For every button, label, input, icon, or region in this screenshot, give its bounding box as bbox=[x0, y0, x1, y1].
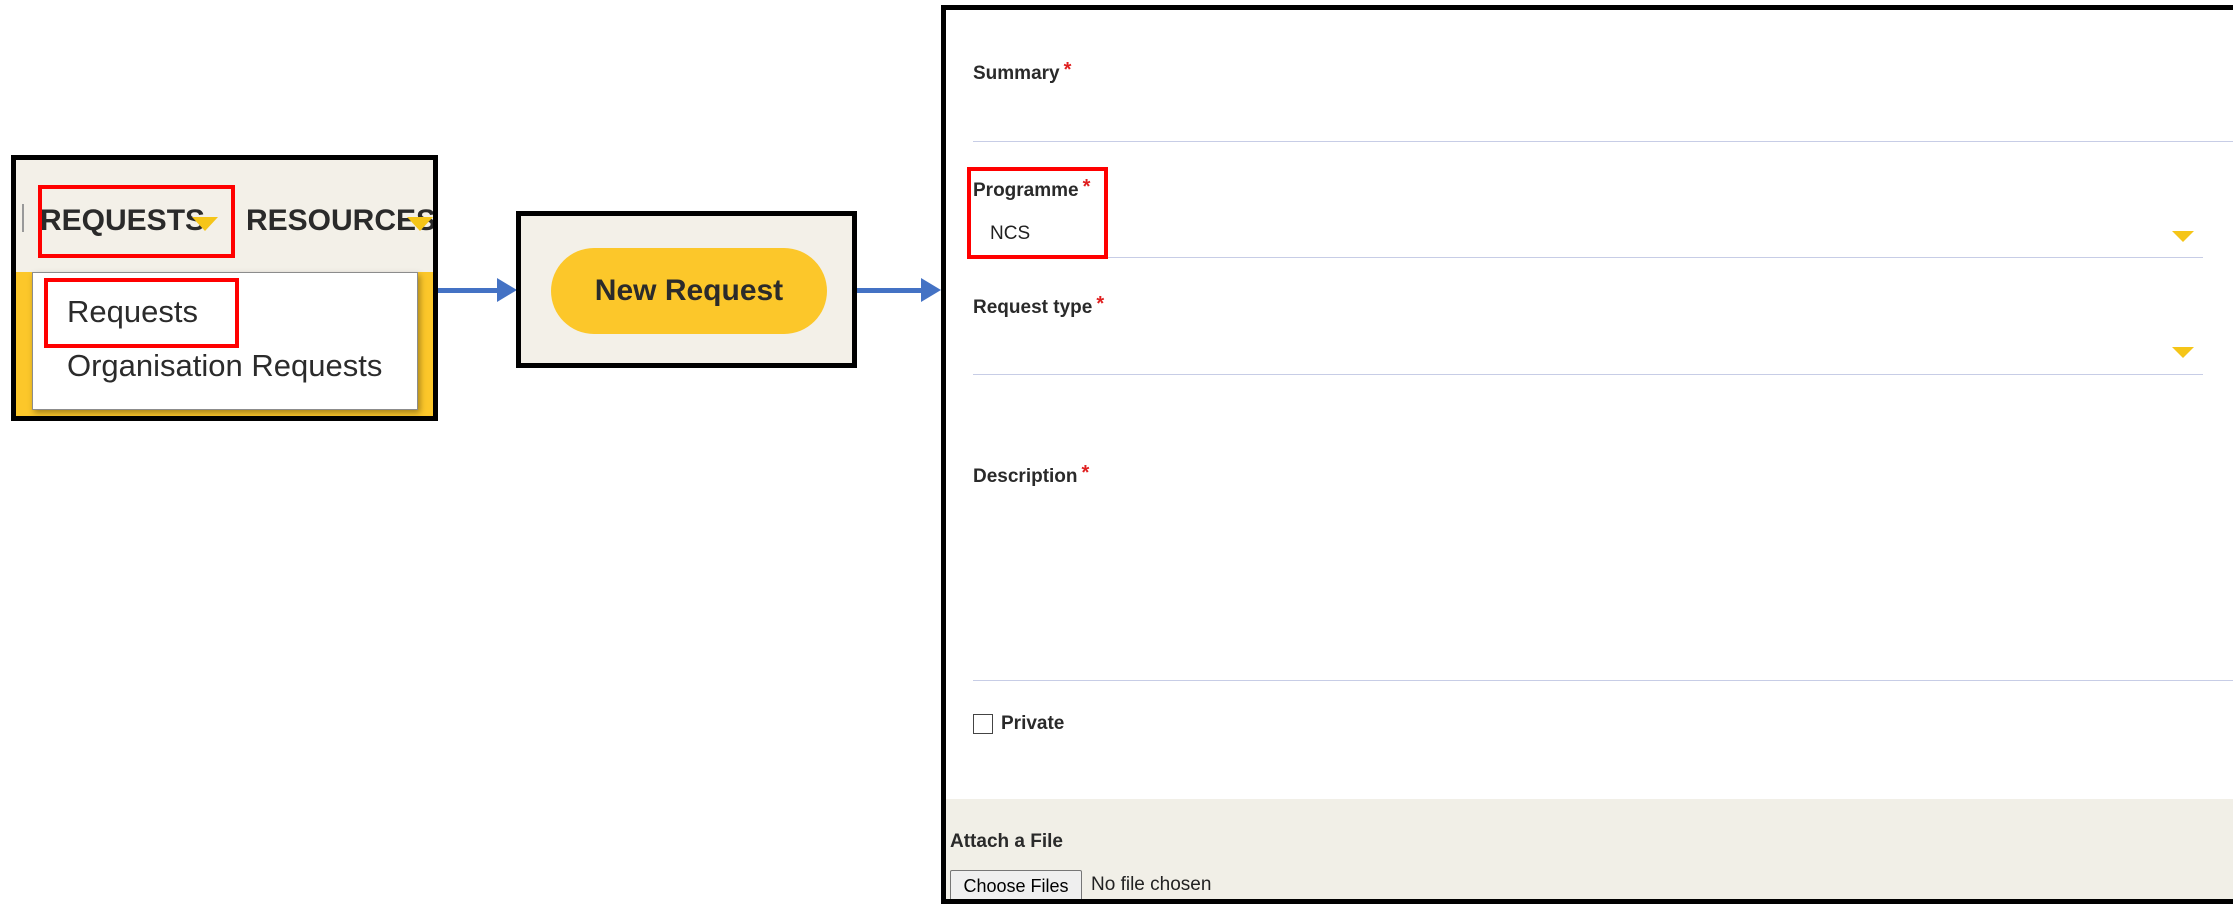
caret-down-icon[interactable] bbox=[407, 217, 433, 231]
arrow-right-icon bbox=[497, 278, 517, 302]
new-request-button[interactable]: New Request bbox=[551, 248, 827, 334]
menu-item-organisation-requests[interactable]: Organisation Requests bbox=[67, 348, 382, 384]
private-checkbox[interactable] bbox=[973, 714, 993, 734]
highlight-box bbox=[44, 278, 239, 348]
programme-select[interactable] bbox=[973, 257, 2203, 258]
choose-files-button[interactable]: Choose Files bbox=[950, 870, 1082, 899]
flow-arrow-line bbox=[438, 288, 500, 293]
summary-label: Summary * bbox=[973, 59, 1071, 86]
summary-label-text: Summary bbox=[973, 63, 1060, 84]
flow-arrow-line bbox=[857, 288, 925, 293]
description-label-text: Description bbox=[973, 466, 1078, 487]
description-label: Description * bbox=[973, 462, 1089, 489]
new-request-panel: New Request bbox=[516, 211, 857, 368]
description-textarea[interactable] bbox=[973, 680, 2233, 681]
caret-down-icon[interactable] bbox=[2172, 231, 2194, 242]
attach-file-label: Attach a File bbox=[950, 831, 1063, 852]
caret-down-icon[interactable] bbox=[2172, 347, 2194, 358]
highlight-box bbox=[38, 185, 235, 258]
summary-input[interactable] bbox=[973, 141, 2233, 142]
request-type-label-text: Request type bbox=[973, 297, 1093, 318]
highlight-box bbox=[967, 167, 1108, 259]
request-type-select[interactable] bbox=[973, 374, 2203, 375]
file-status-text: No file chosen bbox=[1091, 874, 1212, 895]
request-form-panel: Summary * Programme * NCS Request type * De… bbox=[941, 5, 2233, 904]
arrow-right-icon bbox=[921, 278, 941, 302]
required-marker: * bbox=[1081, 462, 1090, 484]
request-type-label: Request type * bbox=[973, 293, 1104, 320]
nav-divider bbox=[22, 204, 24, 232]
required-marker: * bbox=[1096, 293, 1105, 315]
nav-panel: REQUESTS RESOURCES Requests Organisation… bbox=[11, 155, 438, 421]
required-marker: * bbox=[1063, 59, 1072, 81]
private-label: Private bbox=[1001, 713, 1065, 734]
